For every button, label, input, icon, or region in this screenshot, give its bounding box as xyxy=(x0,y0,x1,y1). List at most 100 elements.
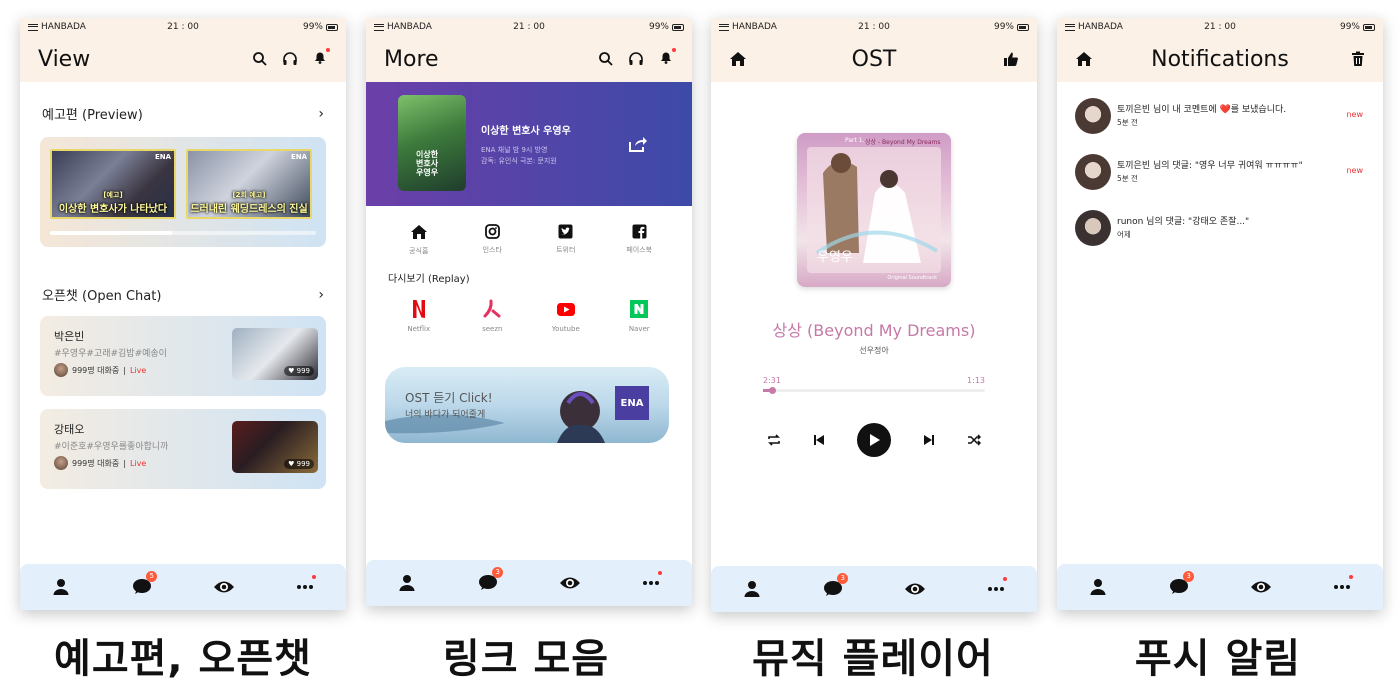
ena-logo: ENA xyxy=(615,386,649,420)
status-bar: HANBADA 21 : 00 99% xyxy=(20,18,346,36)
bottom-nav: 3 xyxy=(1057,564,1383,610)
link-label: 트위터 xyxy=(556,246,576,254)
caption-preview-openchat: 예고편, 오픈챗 xyxy=(54,636,312,682)
link-home[interactable]: 공식홈 xyxy=(394,224,444,256)
chat-card-2[interactable]: 강태오 #이준호#우영우를좋아합니까 999명 대화중 | Live ♥ 999 xyxy=(40,409,326,489)
nav-view[interactable] xyxy=(212,575,236,599)
share-icon[interactable] xyxy=(628,135,648,153)
shuffle-icon[interactable] xyxy=(967,434,981,446)
carrier-label: HANBADA xyxy=(41,22,86,32)
thumbs-up-icon[interactable] xyxy=(1003,51,1019,67)
elapsed-time: 2:31 xyxy=(763,376,781,385)
search-icon[interactable] xyxy=(598,51,614,67)
total-time: 1:13 xyxy=(967,376,985,385)
battery: 99% xyxy=(1340,22,1375,32)
drama-info: 이상한 변호사 우영우 ENA 채널 밤 9시 방영 감독: 유인식 극본: 문… xyxy=(481,122,571,166)
battery-icon xyxy=(672,23,684,31)
notification-item-1[interactable]: 토끼은빈 님이 내 코멘트에 ❤️를 보냈습니다. 5분 전 new xyxy=(1057,88,1383,144)
link-netflix[interactable]: Netflix xyxy=(394,299,444,333)
notification-bell[interactable] xyxy=(312,48,330,69)
next-icon[interactable] xyxy=(923,434,935,446)
link-instagram[interactable]: 인스타 xyxy=(467,224,517,256)
repeat-icon[interactable] xyxy=(767,434,781,446)
phone-notifications-screen: HANBADA 21 : 00 99% Notifications 토끼은빈 님… xyxy=(1057,18,1383,610)
avatar xyxy=(54,363,68,377)
nav-view[interactable] xyxy=(1249,575,1273,599)
trash-icon[interactable] xyxy=(1351,51,1365,67)
notification-bell[interactable] xyxy=(658,48,676,69)
ost-banner-title: OST 듣기 Click! xyxy=(405,391,493,405)
nav-more[interactable] xyxy=(639,571,663,595)
nav-profile[interactable] xyxy=(740,577,764,601)
link-naver[interactable]: Naver xyxy=(614,299,664,333)
nav-chat[interactable]: 3 xyxy=(821,573,849,601)
seek-bar[interactable] xyxy=(763,387,985,394)
nav-more[interactable] xyxy=(293,575,317,599)
notification-text: 토끼은빈 님의 댓글: "영우 너무 귀여워 ㅠㅠㅠㅠ" 5분 전 xyxy=(1117,158,1303,184)
notification-item-3[interactable]: runon 님의 댓글: "강태오 존잘..." 어제 xyxy=(1057,200,1383,256)
link-twitter[interactable]: 트위터 xyxy=(541,224,591,256)
previous-icon[interactable] xyxy=(813,434,825,446)
menu-icon xyxy=(28,23,38,31)
header-actions xyxy=(1351,51,1365,67)
replay-links: Netflix seezn Youtube Naver xyxy=(366,285,692,333)
page-title: View xyxy=(38,46,91,72)
notification-item-2[interactable]: 토끼은빈 님의 댓글: "영우 너무 귀여워 ㅠㅠㅠㅠ" 5분 전 new xyxy=(1057,144,1383,200)
header-actions xyxy=(1003,51,1019,67)
nav-more[interactable] xyxy=(984,577,1008,601)
chat-badge: 3 xyxy=(492,567,504,578)
album-drama-title: 우영우 xyxy=(817,250,853,265)
battery-label: 99% xyxy=(993,22,1014,32)
battery-icon xyxy=(1017,23,1029,31)
preview-caption-text: 이상한 변호사가 나타났다 xyxy=(58,204,168,215)
carousel-progress-fill xyxy=(50,231,173,235)
avatar xyxy=(1075,210,1111,246)
search-icon[interactable] xyxy=(252,51,268,67)
carrier: HANBADA xyxy=(1065,22,1123,32)
instagram-icon xyxy=(484,224,500,239)
nav-view[interactable] xyxy=(903,577,927,601)
battery-icon xyxy=(326,23,338,31)
link-seezn[interactable]: seezn xyxy=(467,299,517,333)
chevron-right-icon[interactable]: › xyxy=(318,287,324,303)
preview-tag: [예고] xyxy=(103,191,123,199)
chat-card-1[interactable]: 박은빈 #우영우#고래#김밥#예송이 999명 대화중 | Live ♥ 999 xyxy=(40,316,326,396)
chevron-right-icon[interactable]: › xyxy=(318,106,324,122)
carrier: HANBADA xyxy=(374,22,432,32)
ena-logo: ENA xyxy=(290,153,307,161)
ena-logo: ENA xyxy=(154,153,171,161)
nav-more[interactable] xyxy=(1330,575,1354,599)
eye-icon xyxy=(559,577,580,589)
openchat-section-header[interactable]: 오픈챗 (Open Chat) › xyxy=(20,285,346,305)
preview-carousel[interactable]: ENA [예고] 이상한 변호사가 나타났다 ENA [2회 예고] 드러내린 웨딩… xyxy=(40,137,326,247)
nav-chat[interactable]: 3 xyxy=(1167,571,1195,599)
nav-profile[interactable] xyxy=(49,575,73,599)
menu-icon xyxy=(1065,23,1075,31)
link-facebook[interactable]: 페이스북 xyxy=(614,224,664,256)
nav-profile[interactable] xyxy=(1086,575,1110,599)
eye-icon xyxy=(213,581,234,593)
home-icon[interactable] xyxy=(729,51,747,67)
bottom-nav: 3 xyxy=(711,566,1037,612)
play-button[interactable] xyxy=(857,423,891,457)
avatar xyxy=(1075,154,1111,190)
nav-profile[interactable] xyxy=(395,571,419,595)
preview-thumb-1[interactable]: ENA [예고] 이상한 변호사가 나타났다 xyxy=(50,149,176,219)
drama-poster[interactable]: 이상한 변호사 우영우 xyxy=(398,95,466,191)
status-bar: HANBADA 21 : 00 99% xyxy=(711,18,1037,36)
person-icon xyxy=(1090,579,1106,595)
seek-handle[interactable] xyxy=(768,387,776,394)
song-artist: 선우정아 xyxy=(859,346,889,355)
nav-view[interactable] xyxy=(558,571,582,595)
home-icon[interactable] xyxy=(1075,51,1093,67)
ost-banner[interactable]: OST 듣기 Click! 너의 바다가 되어줄게 ENA xyxy=(385,367,669,443)
headphones-icon[interactable] xyxy=(628,51,644,67)
facebook-icon xyxy=(632,224,647,239)
preview-thumb-2[interactable]: ENA [2회 예고] 드러내린 웨딩드레스의 진실 xyxy=(186,149,312,219)
header: OST xyxy=(711,36,1037,82)
headphones-icon[interactable] xyxy=(282,51,298,67)
nav-chat[interactable]: 3 xyxy=(476,567,504,595)
link-youtube[interactable]: Youtube xyxy=(541,299,591,333)
preview-section-header[interactable]: 예고편 (Preview) › xyxy=(20,104,346,124)
nav-chat[interactable]: 5 xyxy=(130,571,158,599)
